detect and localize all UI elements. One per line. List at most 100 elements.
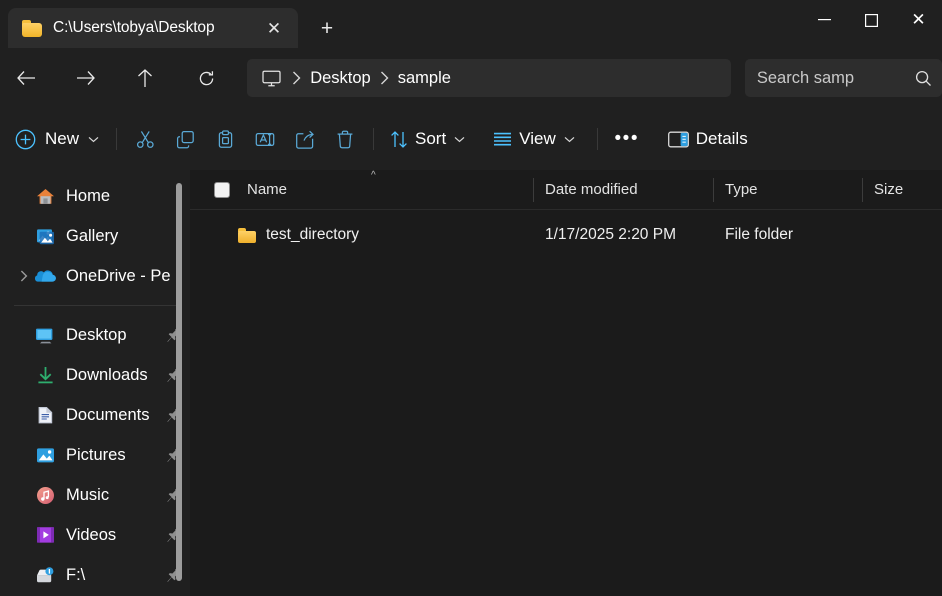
view-lines-icon — [493, 132, 512, 147]
sidebar-item-label: OneDrive - Pe — [66, 266, 171, 285]
sidebar-divider — [14, 305, 178, 306]
sidebar-item-label: Music — [66, 485, 110, 504]
column-header-label: Type — [725, 181, 758, 198]
refresh-button[interactable] — [186, 61, 226, 95]
sort-button-label: Sort — [415, 129, 447, 148]
breadcrumb-item-desktop[interactable]: Desktop — [310, 69, 371, 88]
search-input[interactable]: Search samp — [757, 69, 915, 88]
tab-explorer[interactable]: C:\Users\tobya\Desktop ✕ — [8, 8, 298, 48]
minimize-button[interactable] — [801, 0, 848, 40]
paste-icon — [216, 129, 235, 149]
breadcrumb-separator-1[interactable] — [283, 71, 310, 85]
view-button-label: View — [519, 129, 556, 148]
arrow-up-icon — [137, 68, 153, 88]
up-button[interactable] — [126, 61, 166, 95]
gallery-icon — [34, 226, 56, 246]
sort-arrows-icon — [390, 130, 408, 149]
search-icon — [915, 70, 932, 87]
scissors-icon — [136, 130, 155, 149]
column-header-type[interactable]: Type — [713, 170, 862, 210]
desktop-icon — [34, 325, 56, 345]
sort-button[interactable]: Sort — [382, 121, 473, 157]
navigation-pane[interactable]: Home Gallery OneDrive - Pe Desktop Downl… — [0, 170, 190, 596]
folder-icon — [238, 227, 256, 243]
paste-button[interactable] — [205, 121, 245, 157]
chevron-down-icon — [454, 136, 465, 143]
column-header-name[interactable]: Name ^ — [190, 170, 533, 210]
cut-button[interactable] — [125, 121, 165, 157]
rename-icon — [255, 130, 275, 149]
search-box[interactable]: Search samp — [744, 59, 942, 97]
sidebar-item-documents[interactable]: Documents — [8, 395, 184, 435]
sort-ascending-icon: ^ — [371, 169, 376, 181]
breadcrumb-item-sample[interactable]: sample — [398, 69, 451, 88]
rename-button[interactable] — [245, 121, 285, 157]
sidebar-item-label: Desktop — [66, 325, 127, 344]
sidebar-item-gallery[interactable]: Gallery — [8, 216, 184, 256]
table-row[interactable]: test_directory 1/17/2025 2:20 PM File fo… — [190, 217, 942, 253]
column-header-date-modified[interactable]: Date modified — [533, 170, 713, 210]
sidebar-item-downloads[interactable]: Downloads — [8, 355, 184, 395]
toolbar-divider-2 — [373, 128, 375, 150]
chevron-down-icon — [88, 136, 99, 143]
address-bar-row: Desktop sample Search samp — [0, 48, 942, 108]
tab-title: C:\Users\tobya\Desktop — [53, 19, 215, 36]
details-button[interactable]: Details — [660, 121, 756, 157]
new-button[interactable]: New — [9, 121, 108, 157]
trash-icon — [336, 130, 354, 149]
new-tab-button[interactable]: + — [310, 11, 344, 45]
file-date-cell: 1/17/2025 2:20 PM — [545, 226, 676, 243]
view-button[interactable]: View — [485, 121, 583, 157]
sidebar-item-home[interactable]: Home — [8, 176, 184, 216]
more-options-button[interactable]: ••• — [606, 121, 648, 157]
close-button[interactable]: ✕ — [895, 0, 942, 40]
sidebar-item-drive-f[interactable]: F:\ — [8, 555, 184, 595]
toolbar-divider-3 — [596, 128, 598, 150]
sidebar-item-label: Pictures — [66, 445, 126, 464]
share-icon — [295, 130, 315, 149]
sidebar-item-label: Downloads — [66, 365, 148, 384]
toolbar-divider-1 — [116, 128, 118, 150]
sidebar-item-label: F:\ — [66, 565, 86, 584]
column-header-label: Name — [247, 181, 288, 198]
close-icon[interactable]: ✕ — [260, 14, 288, 42]
tab-strip: C:\Users\tobya\Desktop ✕ + — [0, 0, 344, 48]
folder-icon — [22, 19, 42, 37]
plus-circle-icon — [15, 129, 36, 150]
column-header-label: Date modified — [545, 181, 638, 198]
copy-icon — [176, 130, 195, 149]
music-icon — [34, 485, 56, 505]
home-icon — [34, 186, 56, 206]
chevron-right-icon[interactable] — [16, 256, 32, 296]
sidebar-item-desktop[interactable]: Desktop — [8, 315, 184, 355]
forward-button[interactable] — [66, 61, 106, 95]
delete-button[interactable] — [325, 121, 365, 157]
documents-icon — [34, 405, 56, 425]
share-button[interactable] — [285, 121, 325, 157]
sidebar-item-label: Home — [66, 186, 111, 205]
column-header-size[interactable]: Size — [862, 170, 942, 210]
sidebar-item-onedrive[interactable]: OneDrive - Pe — [8, 256, 184, 296]
copy-button[interactable] — [165, 121, 205, 157]
sidebar-item-pictures[interactable]: Pictures — [8, 435, 184, 475]
details-panel-icon — [667, 131, 689, 148]
onedrive-icon — [34, 266, 56, 286]
new-button-label: New — [45, 129, 80, 148]
column-header-label: Size — [874, 181, 904, 198]
column-headers: Name ^ Date modified Type Size — [190, 170, 942, 210]
back-button[interactable] — [7, 61, 47, 95]
downloads-icon — [34, 365, 56, 385]
breadcrumb[interactable]: Desktop sample — [247, 59, 731, 97]
breadcrumb-separator-2[interactable] — [371, 71, 398, 85]
select-all-checkbox[interactable] — [214, 181, 230, 198]
sidebar-item-music[interactable]: Music — [8, 475, 184, 515]
window-controls: ✕ — [801, 0, 942, 40]
file-name-cell[interactable]: test_directory — [190, 226, 533, 244]
sidebar-scrollbar[interactable] — [176, 183, 182, 581]
pictures-icon — [34, 445, 56, 465]
sidebar-item-videos[interactable]: Videos — [8, 515, 184, 555]
command-toolbar: New Sort View ••• Details — [0, 108, 942, 170]
details-button-label: Details — [695, 129, 748, 148]
file-list-pane: Name ^ Date modified Type Size test_dire… — [190, 170, 942, 596]
maximize-button[interactable] — [848, 0, 895, 40]
